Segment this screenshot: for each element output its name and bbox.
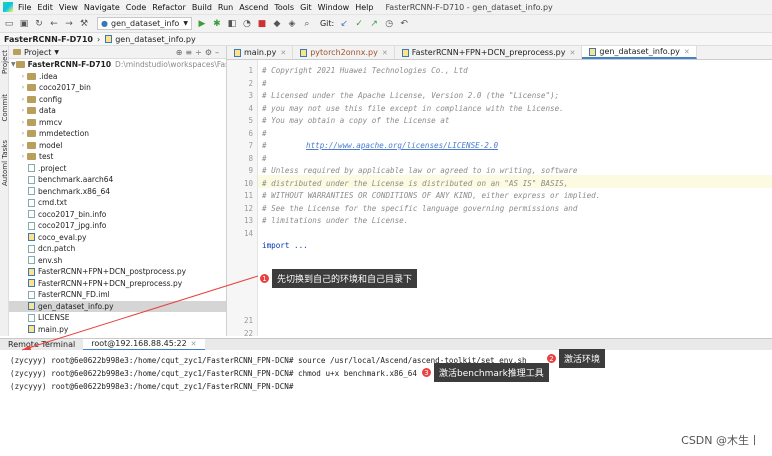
- callout-text: 先切换到自己的环境和自己目录下: [272, 269, 418, 288]
- annotation-arrows: [21, 275, 259, 351]
- callout-text: 激活benchmark推理工具: [434, 363, 549, 382]
- annotation-arrow-line: [21, 275, 259, 351]
- callout-3: 3 激活benchmark推理工具: [421, 363, 549, 382]
- annotation-arrowhead: [22, 345, 31, 350]
- callout-text: 激活环境: [559, 349, 606, 368]
- callout-number: 1: [259, 273, 270, 284]
- callout-number: 3: [421, 367, 432, 378]
- callout-1: 1 先切换到自己的环境和自己目录下: [259, 269, 418, 288]
- callout-2: 2 激活环境: [546, 349, 606, 368]
